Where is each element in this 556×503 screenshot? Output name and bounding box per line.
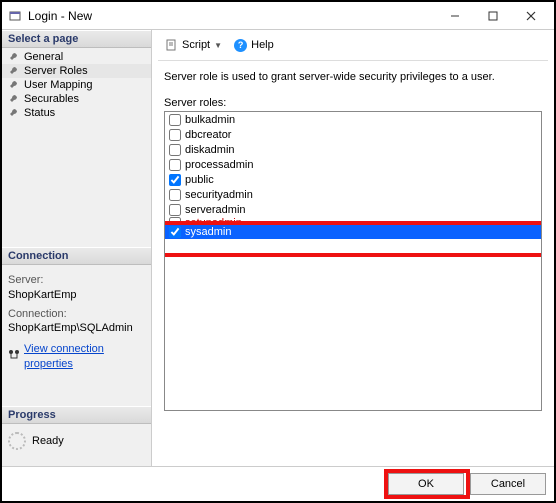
right-pane: Script ▼ ? Help Server role is used to g… (152, 30, 554, 466)
progress-ring-icon (8, 432, 26, 450)
wrench-icon (8, 51, 20, 63)
connection-properties-icon (8, 349, 20, 366)
connection-label: Connection: (8, 307, 145, 322)
titlebar: Login - New (2, 2, 554, 30)
wrench-icon (8, 93, 20, 105)
page-item-general[interactable]: General (2, 50, 151, 64)
role-checkbox[interactable] (169, 159, 181, 171)
role-checkbox[interactable] (169, 129, 181, 141)
role-row-processadmin[interactable]: processadmin (165, 157, 541, 172)
left-pane: Select a page General Server Roles User … (2, 30, 152, 466)
progress-header: Progress (2, 406, 151, 424)
role-label: bulkadmin (185, 114, 235, 126)
role-checkbox[interactable] (169, 217, 181, 224)
cancel-button[interactable]: Cancel (470, 473, 546, 495)
ok-button[interactable]: OK (388, 473, 464, 495)
dialog-footer: OK Cancel (2, 466, 554, 501)
server-label: Server: (8, 273, 145, 288)
page-label: User Mapping (24, 79, 92, 91)
role-label: processadmin (185, 159, 253, 171)
progress-body: Ready (2, 424, 151, 466)
server-value: ShopKartEmp (8, 288, 145, 303)
minimize-button[interactable] (436, 3, 474, 29)
maximize-button[interactable] (474, 3, 512, 29)
page-label: General (24, 51, 63, 63)
role-row-securityadmin[interactable]: securityadmin (165, 187, 541, 202)
page-label: Server Roles (24, 65, 88, 77)
role-checkbox[interactable] (169, 189, 181, 201)
role-label: serveradmin (185, 204, 246, 216)
wrench-icon (8, 79, 20, 91)
script-label: Script (182, 39, 210, 51)
roles-label: Server roles: (158, 97, 548, 111)
script-button[interactable]: Script ▼ (160, 36, 226, 54)
page-label: Securables (24, 93, 79, 105)
role-checkbox[interactable] (169, 114, 181, 126)
window-buttons (436, 3, 550, 29)
page-label: Status (24, 107, 55, 119)
role-label: dbcreator (185, 129, 231, 141)
app-icon (8, 9, 22, 23)
progress-status: Ready (32, 435, 64, 447)
page-item-user-mapping[interactable]: User Mapping (2, 78, 151, 92)
role-label: public (185, 174, 214, 186)
help-icon: ? (234, 39, 247, 52)
role-row-diskadmin[interactable]: diskadmin (165, 142, 541, 157)
role-row-bulkadmin[interactable]: bulkadmin (165, 112, 541, 127)
help-button[interactable]: ? Help (230, 37, 278, 54)
page-item-server-roles[interactable]: Server Roles (2, 64, 151, 78)
toolbar: Script ▼ ? Help (158, 34, 548, 61)
help-label: Help (251, 39, 274, 51)
role-label: sysadmin (185, 226, 231, 238)
login-new-dialog: Login - New Select a page General (0, 0, 556, 503)
role-row-public[interactable]: public (165, 172, 541, 187)
role-row-dbcreator[interactable]: dbcreator (165, 127, 541, 142)
role-row-sysadmin[interactable]: sysadmin (165, 224, 541, 239)
pages-header: Select a page (2, 30, 151, 48)
script-icon (164, 38, 178, 52)
view-connection-properties-link[interactable]: View connection properties (24, 342, 145, 372)
role-checkbox[interactable] (169, 226, 181, 238)
info-text: Server role is used to grant server-wide… (158, 71, 548, 97)
page-list: General Server Roles User Mapping Secura… (2, 48, 151, 122)
wrench-icon (8, 65, 20, 77)
role-row-setupadmin[interactable]: setupadmin (165, 217, 541, 224)
close-button[interactable] (512, 3, 550, 29)
connection-header: Connection (2, 247, 151, 265)
server-roles-listbox[interactable]: bulkadmin dbcreator diskadmin processadmin p… (164, 111, 542, 411)
page-item-status[interactable]: Status (2, 106, 151, 120)
wrench-icon (8, 107, 20, 119)
role-checkbox[interactable] (169, 144, 181, 156)
role-row-serveradmin[interactable]: serveradmin (165, 202, 541, 217)
connection-value: ShopKartEmp\SQLAdmin (8, 321, 145, 336)
role-label: setupadmin (185, 217, 242, 224)
dropdown-arrow-icon[interactable]: ▼ (214, 41, 222, 50)
page-item-securables[interactable]: Securables (2, 92, 151, 106)
role-checkbox[interactable] (169, 204, 181, 216)
role-label: securityadmin (185, 189, 253, 201)
connection-body: Server: ShopKartEmp Connection: ShopKart… (2, 265, 151, 376)
role-checkbox[interactable] (169, 174, 181, 186)
role-label: diskadmin (185, 144, 235, 156)
window-title: Login - New (28, 9, 436, 23)
